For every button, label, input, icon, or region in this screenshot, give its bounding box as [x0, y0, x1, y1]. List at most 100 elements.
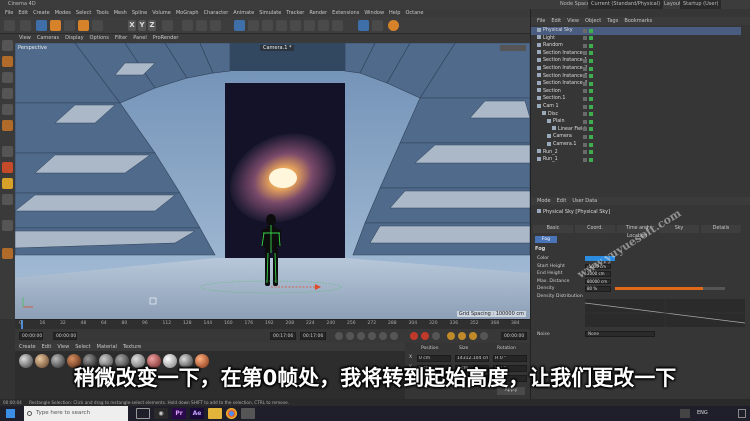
move-tool-icon[interactable] — [50, 20, 61, 31]
x-axis-lock-button[interactable]: X — [128, 20, 136, 31]
object-tree-row[interactable]: Section Instance.4 — [531, 80, 741, 88]
material-menu-item[interactable]: View — [57, 343, 69, 351]
menu-item[interactable]: Modes — [55, 9, 71, 17]
z-axis-lock-button[interactable]: Z — [148, 20, 156, 31]
keyframe-selection-icon[interactable] — [432, 332, 440, 340]
taskbar-app-icon[interactable] — [241, 408, 255, 419]
cube-primitive-icon[interactable] — [234, 20, 245, 31]
coordinate-size-field[interactable]: 14312.104 cm — [455, 355, 489, 362]
end-time-field[interactable]: 00:17:06 — [270, 332, 296, 340]
menu-item[interactable]: Create — [33, 9, 50, 17]
fog-subtab[interactable]: Fog — [535, 236, 557, 243]
noise-select[interactable]: None — [585, 331, 655, 337]
object-tree-row[interactable]: Section Instance.3 — [531, 73, 741, 81]
render-settings-icon[interactable] — [210, 20, 221, 31]
record-position-icon[interactable] — [447, 332, 455, 340]
camera-icon[interactable] — [318, 20, 329, 31]
make-editable-icon[interactable] — [2, 40, 13, 51]
play-backward-icon[interactable] — [357, 332, 365, 340]
go-to-end-icon[interactable] — [390, 332, 398, 340]
menu-item[interactable]: Window — [364, 9, 384, 17]
max-time-field[interactable]: 00:17:06 — [300, 332, 326, 340]
render-picture-viewer-icon[interactable] — [196, 20, 207, 31]
attribute-menu-item[interactable]: Mode — [537, 197, 551, 205]
taskbar-search-input[interactable]: Type here to search — [24, 406, 128, 421]
menu-item[interactable]: Edit — [18, 9, 28, 17]
points-mode-icon[interactable] — [2, 88, 13, 99]
material-menu-item[interactable]: Select — [75, 343, 90, 351]
object-tree-row[interactable]: Cam 1 — [531, 103, 741, 111]
undo-icon[interactable] — [4, 20, 15, 31]
object-tree-row[interactable]: Section Instance — [531, 50, 741, 58]
menu-item[interactable]: Select — [76, 9, 91, 17]
record-active-objects-icon[interactable] — [410, 332, 418, 340]
parameter-icon[interactable] — [480, 332, 488, 340]
render-view-icon[interactable] — [182, 20, 193, 31]
visibility-toggle-icon[interactable] — [583, 134, 593, 139]
3d-viewport[interactable]: Perspective Camera.1 * Grid Spacing : 10… — [15, 43, 530, 319]
object-tree-row[interactable]: Section Instance.1 — [531, 57, 741, 65]
object-menu-item[interactable]: View — [567, 17, 579, 25]
menu-item[interactable]: Volume — [152, 9, 171, 17]
menu-item[interactable]: File — [5, 9, 13, 17]
autokeying-icon[interactable] — [421, 332, 429, 340]
model-mode-icon[interactable] — [2, 56, 13, 67]
plugin-icon[interactable] — [372, 20, 383, 31]
menu-item[interactable]: Octane — [405, 9, 423, 17]
object-menu-item[interactable]: Tags — [607, 17, 618, 25]
visibility-toggle-icon[interactable] — [583, 43, 593, 48]
menu-item[interactable]: MoGraph — [176, 9, 199, 17]
object-tree-row[interactable]: Run_2 — [531, 149, 741, 157]
axis-mode-icon[interactable] — [2, 146, 13, 157]
menu-item[interactable]: Help — [389, 9, 400, 17]
object-tree-row[interactable]: Run_1 — [531, 156, 741, 164]
visibility-toggle-icon[interactable] — [583, 157, 593, 162]
workplane-icon[interactable] — [2, 178, 13, 189]
notification-icon[interactable] — [738, 409, 746, 418]
menu-item[interactable]: Extensions — [332, 9, 359, 17]
y-axis-lock-button[interactable]: Y — [138, 20, 146, 31]
previous-key-icon[interactable] — [346, 332, 354, 340]
visibility-toggle-icon[interactable] — [583, 74, 593, 79]
menu-item[interactable]: Render — [309, 9, 327, 17]
visibility-toggle-icon[interactable] — [583, 28, 593, 33]
attribute-field-value[interactable]: 80000 cm — [585, 278, 611, 284]
current-time-field[interactable]: 00:00:00 — [19, 332, 43, 340]
object-tree-row[interactable]: Disc — [531, 111, 741, 119]
attribute-tab[interactable]: Details — [701, 225, 741, 233]
pen-spline-icon[interactable] — [248, 20, 259, 31]
density-distribution-curve[interactable] — [585, 299, 745, 327]
menu-item[interactable]: Animate — [233, 9, 254, 17]
menu-item[interactable]: Tools — [96, 9, 108, 17]
language-indicator[interactable]: ENG — [697, 410, 708, 416]
visibility-toggle-icon[interactable] — [583, 104, 593, 109]
visibility-toggle-icon[interactable] — [583, 119, 593, 124]
object-tree-row[interactable]: Plain — [531, 118, 741, 126]
light-icon[interactable] — [332, 20, 343, 31]
visibility-toggle-icon[interactable] — [583, 127, 593, 132]
object-tree-row[interactable]: Light — [531, 35, 741, 43]
attribute-field-value[interactable]: 80 % — [585, 286, 611, 292]
lock-workplane-icon[interactable] — [2, 220, 13, 231]
polygons-mode-icon[interactable] — [2, 120, 13, 131]
object-tree-row[interactable]: Random — [531, 42, 741, 50]
visibility-toggle-icon[interactable] — [583, 81, 593, 86]
material-menu-item[interactable]: Texture — [123, 343, 141, 351]
object-tree-row[interactable]: Camera — [531, 133, 741, 141]
menu-item[interactable]: Simulate — [259, 9, 281, 17]
object-tree-row[interactable]: Physical Sky — [531, 27, 741, 35]
premiere-taskbar-icon[interactable]: Pr — [172, 408, 186, 419]
floor-icon[interactable] — [304, 20, 315, 31]
subdivision-surface-icon[interactable] — [262, 20, 273, 31]
attribute-tab[interactable]: Coord. — [575, 225, 615, 233]
viewport-menu-item[interactable]: Cameras — [37, 34, 59, 43]
file-explorer-icon[interactable] — [208, 408, 222, 419]
octane-logo-icon[interactable] — [388, 20, 399, 31]
viewport-menu-item[interactable]: Filter — [115, 34, 127, 43]
viewport-menu-item[interactable]: ProRender — [153, 34, 179, 43]
object-tree-row[interactable]: Section Instance.2 — [531, 65, 741, 73]
recent-tools-icon[interactable] — [92, 20, 103, 31]
play-forward-icon[interactable] — [368, 332, 376, 340]
object-menu-item[interactable]: Bookmarks — [624, 17, 652, 25]
solo-mode-icon[interactable] — [2, 194, 13, 205]
